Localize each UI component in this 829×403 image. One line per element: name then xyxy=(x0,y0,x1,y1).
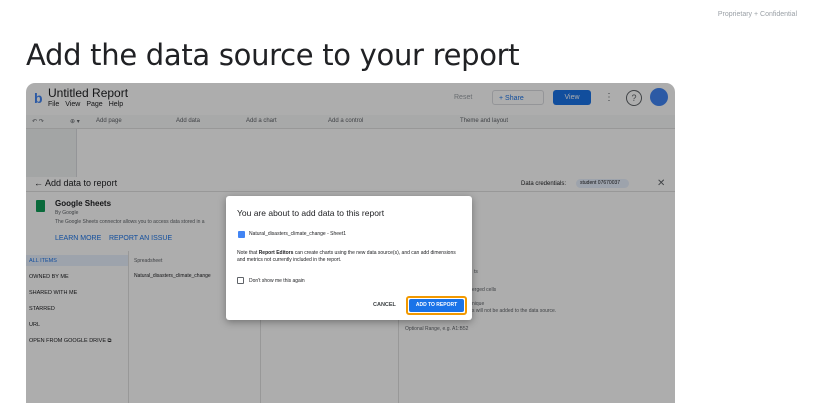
data-source-icon xyxy=(238,231,245,238)
dont-show-checkbox[interactable] xyxy=(237,277,244,284)
slide-title: Add the data source to your report xyxy=(26,38,520,72)
data-source-name: Natural_disasters_climate_change - Sheet… xyxy=(249,231,346,237)
note-bold: Report Editors xyxy=(258,250,294,256)
note-prefix: Note that xyxy=(237,250,259,256)
add-data-confirm-dialog: You are about to add data to this report… xyxy=(226,196,472,320)
screenshot-frame: b Untitled Report File View Page Help Re… xyxy=(26,83,675,403)
dialog-title: You are about to add data to this report xyxy=(237,208,385,218)
add-to-report-button[interactable]: ADD TO REPORT xyxy=(409,299,464,312)
cancel-button[interactable]: CANCEL xyxy=(373,302,396,308)
dialog-note: Note that Report Editors can create char… xyxy=(237,250,461,263)
confidential-label: Proprietary + Confidential xyxy=(717,11,797,18)
dont-show-label: Don't show me this again xyxy=(249,278,305,284)
